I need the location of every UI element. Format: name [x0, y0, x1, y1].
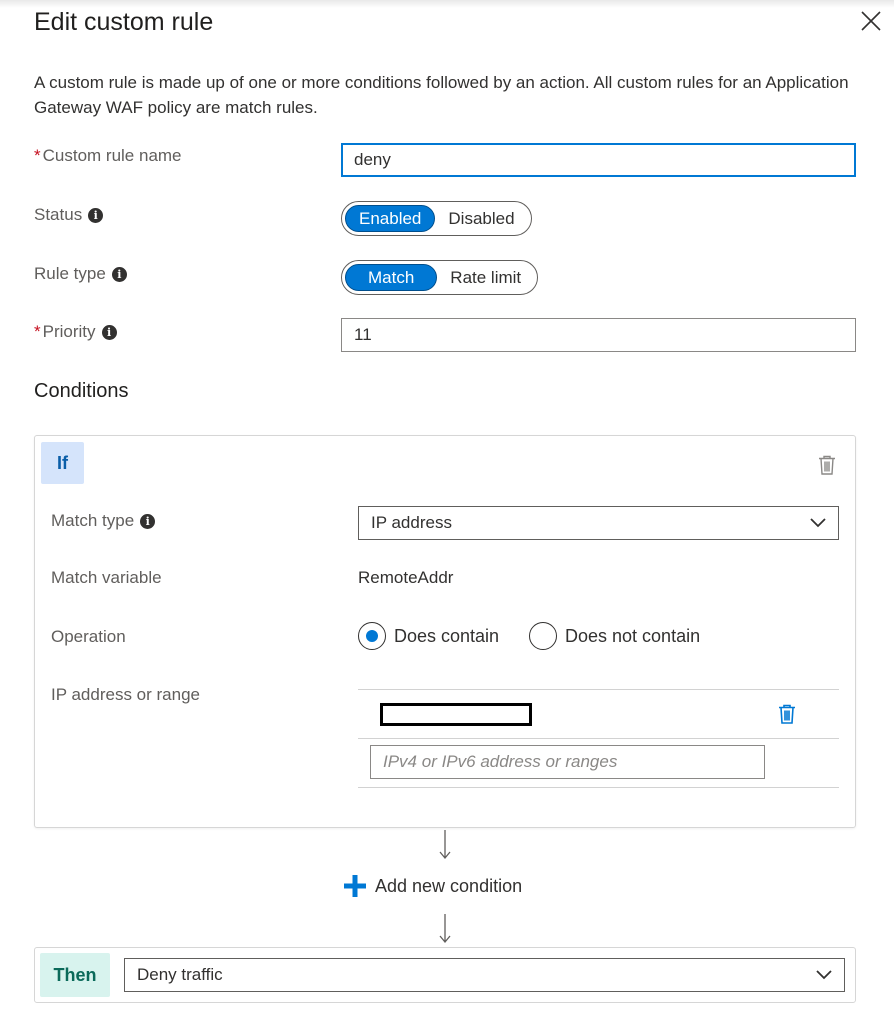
- status-enabled-option[interactable]: Enabled: [345, 205, 436, 232]
- divider: [358, 738, 839, 739]
- status-label: Status i: [34, 205, 104, 225]
- info-icon[interactable]: i: [111, 266, 127, 282]
- status-label-text: Status: [34, 205, 83, 224]
- info-icon[interactable]: i: [88, 207, 104, 223]
- action-value: Deny traffic: [137, 965, 223, 984]
- match-type-value: IP address: [371, 513, 452, 532]
- delete-condition-icon[interactable]: [818, 455, 836, 475]
- rule-type-rate-limit-option[interactable]: Rate limit: [437, 264, 534, 291]
- priority-value: 11: [354, 325, 372, 344]
- rule-type-match-option[interactable]: Match: [345, 264, 438, 291]
- operation-label: Operation: [51, 627, 126, 646]
- info-icon[interactable]: i: [101, 324, 117, 340]
- action-card: Then Deny traffic: [34, 947, 856, 1003]
- status-disabled-option[interactable]: Disabled: [435, 205, 527, 232]
- delete-ip-icon[interactable]: [778, 704, 796, 724]
- operation-does-contain-radio[interactable]: Does contain: [358, 622, 499, 650]
- top-shadow: [0, 0, 894, 8]
- conditions-heading: Conditions: [34, 380, 129, 402]
- rule-name-input[interactable]: deny: [341, 143, 856, 177]
- match-variable-label: Match variable: [51, 568, 162, 587]
- required-asterisk: *: [34, 322, 41, 341]
- divider: [358, 689, 839, 690]
- plus-icon: [344, 875, 366, 897]
- divider: [358, 787, 839, 788]
- does-contain-label: Does contain: [394, 625, 500, 646]
- info-icon[interactable]: i: [140, 513, 156, 529]
- radio-unselected-icon: [529, 622, 557, 650]
- action-select[interactable]: Deny traffic: [124, 958, 845, 992]
- status-toggle[interactable]: Enabled Disabled: [341, 201, 532, 236]
- rule-name-value: deny: [354, 150, 391, 169]
- add-condition-button[interactable]: Add new condition: [343, 874, 522, 898]
- arrow-down-icon: [439, 830, 451, 860]
- radio-selected-icon: [358, 622, 386, 650]
- priority-label-text: Priority: [42, 322, 96, 341]
- panel-title: Edit custom rule: [34, 8, 214, 36]
- chevron-down-icon: [816, 970, 832, 980]
- match-type-label: Match type i: [51, 511, 156, 531]
- match-type-label-text: Match type: [51, 511, 135, 530]
- ip-range-label: IP address or range: [51, 685, 200, 704]
- priority-input[interactable]: 11: [341, 318, 856, 352]
- close-icon[interactable]: [858, 8, 884, 34]
- rule-type-label-text: Rule type: [34, 264, 106, 283]
- panel-description: A custom rule is made up of one or more …: [34, 73, 849, 117]
- operation-does-not-contain-radio[interactable]: Does not contain: [529, 622, 700, 650]
- match-type-select[interactable]: IP address: [358, 506, 839, 540]
- redacted-ip-value: [380, 703, 532, 726]
- match-variable-value: RemoteAddr: [358, 568, 454, 587]
- rule-name-label: * Custom rule name: [34, 146, 182, 166]
- arrow-down-icon: [439, 914, 451, 944]
- if-badge: If: [41, 442, 84, 484]
- chevron-down-icon: [810, 518, 826, 528]
- ip-address-placeholder: IPv4 or IPv6 address or ranges: [383, 752, 618, 771]
- required-asterisk: *: [34, 146, 41, 165]
- ip-address-input[interactable]: IPv4 or IPv6 address or ranges: [370, 745, 765, 779]
- rule-type-toggle[interactable]: Match Rate limit: [341, 260, 539, 295]
- condition-card: If Match type i IP address Match variabl…: [34, 435, 856, 828]
- does-not-contain-label: Does not contain: [565, 625, 701, 646]
- priority-label: * Priority i: [34, 322, 117, 342]
- rule-type-label: Rule type i: [34, 264, 127, 284]
- rule-name-label-text: Custom rule name: [42, 146, 182, 165]
- then-badge: Then: [40, 953, 110, 997]
- add-condition-label: Add new condition: [375, 875, 523, 896]
